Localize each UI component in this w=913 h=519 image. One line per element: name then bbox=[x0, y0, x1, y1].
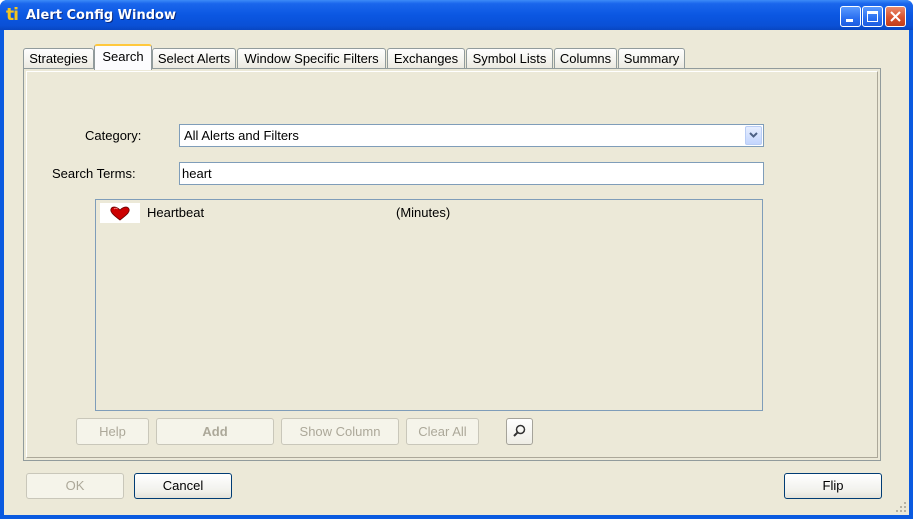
tab-exchanges[interactable]: Exchanges bbox=[387, 48, 465, 68]
maximize-icon bbox=[867, 11, 878, 22]
category-selected-value: All Alerts and Filters bbox=[184, 128, 299, 143]
minimize-button[interactable] bbox=[840, 6, 861, 27]
search-tab-panel: Category: All Alerts and Filters Search … bbox=[23, 68, 881, 461]
search-terms-field[interactable] bbox=[179, 162, 764, 185]
tab-summary[interactable]: Summary bbox=[618, 48, 685, 68]
heart-icon-graphic bbox=[110, 206, 130, 221]
title-bar[interactable]: ti Alert Config Window bbox=[0, 0, 913, 30]
flip-button[interactable]: Flip bbox=[784, 473, 882, 499]
dialog-client-area: Strategies Search Select Alerts Window S… bbox=[4, 30, 909, 515]
resize-grip-icon[interactable] bbox=[895, 501, 907, 513]
tab-strategies[interactable]: Strategies bbox=[23, 48, 94, 68]
chevron-down-icon bbox=[749, 132, 758, 138]
tab-symbol-lists[interactable]: Symbol Lists bbox=[466, 48, 553, 68]
category-label: Category: bbox=[85, 128, 142, 143]
maximize-button[interactable] bbox=[862, 6, 883, 27]
result-name: Heartbeat bbox=[147, 205, 205, 220]
result-unit: (Minutes) bbox=[396, 205, 451, 220]
close-button[interactable] bbox=[885, 6, 906, 27]
minimize-icon bbox=[846, 19, 853, 22]
list-item[interactable]: Heartbeat (Minutes) bbox=[98, 203, 758, 225]
category-dropdown[interactable]: All Alerts and Filters bbox=[179, 124, 764, 147]
close-icon bbox=[890, 11, 901, 22]
heart-icon bbox=[100, 203, 140, 223]
search-terms-input[interactable] bbox=[182, 165, 752, 182]
cancel-button[interactable]: Cancel bbox=[134, 473, 232, 499]
clear-all-button[interactable]: Clear All bbox=[406, 418, 479, 445]
alert-config-window: ti Alert Config Window Strategies Search… bbox=[0, 0, 913, 519]
tab-select-alerts[interactable]: Select Alerts bbox=[152, 48, 236, 68]
category-dropdown-button[interactable] bbox=[745, 126, 762, 145]
add-button[interactable]: Add bbox=[156, 418, 274, 445]
magnifier-icon bbox=[513, 424, 526, 437]
search-terms-label: Search Terms: bbox=[52, 166, 136, 181]
search-button[interactable] bbox=[506, 418, 533, 445]
app-logo-icon: ti bbox=[6, 5, 19, 25]
tab-search[interactable]: Search bbox=[94, 44, 152, 70]
help-button[interactable]: Help bbox=[76, 418, 149, 445]
window-title: Alert Config Window bbox=[26, 8, 176, 23]
tab-columns[interactable]: Columns bbox=[554, 48, 617, 68]
tab-window-specific-filters[interactable]: Window Specific Filters bbox=[237, 48, 386, 68]
show-column-button[interactable]: Show Column bbox=[281, 418, 399, 445]
ok-button[interactable]: OK bbox=[26, 473, 124, 499]
search-results-list[interactable]: Heartbeat (Minutes) bbox=[95, 199, 763, 411]
